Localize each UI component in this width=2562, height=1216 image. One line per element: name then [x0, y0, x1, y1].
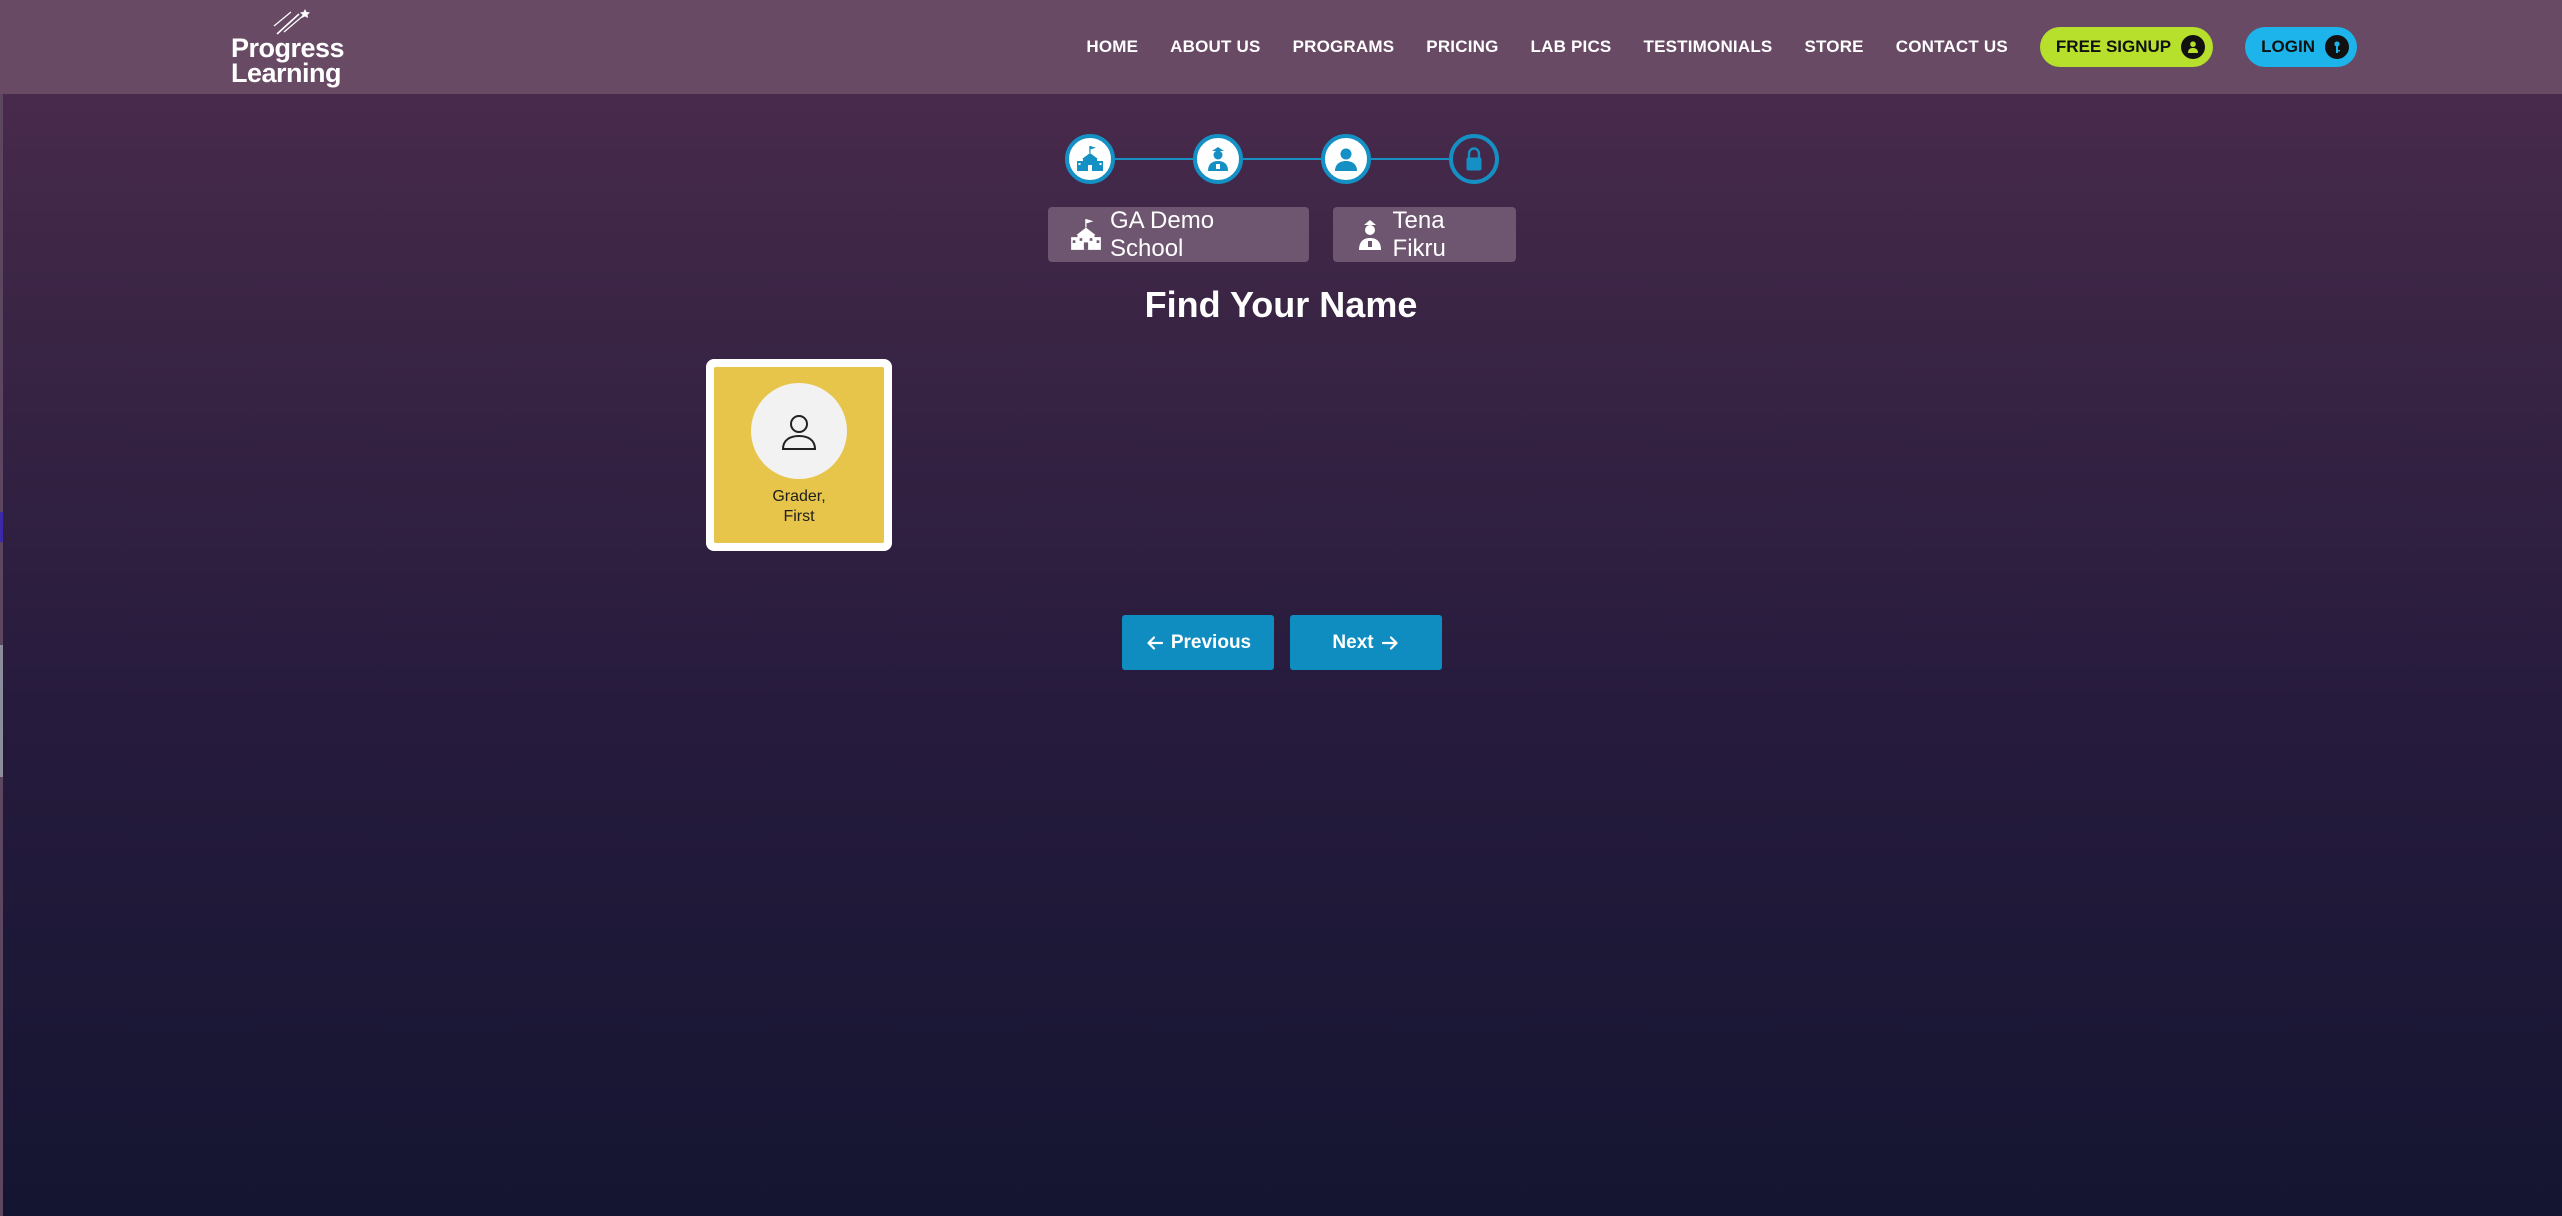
arrow-right-icon	[1380, 633, 1400, 653]
login-button[interactable]: LOGIN	[2245, 27, 2357, 67]
step-teacher[interactable]	[1193, 134, 1243, 184]
breadcrumb-teacher[interactable]: Tena Fikru	[1333, 207, 1516, 262]
school-icon	[1077, 146, 1103, 171]
school-icon	[1070, 217, 1102, 253]
nav-about-us[interactable]: ABOUT US	[1170, 37, 1260, 57]
student-name-line2: First	[783, 508, 815, 525]
page-title: Find Your Name	[1144, 284, 1418, 325]
avatar	[751, 383, 847, 479]
free-signup-button[interactable]: FREE SIGNUP	[2039, 27, 2214, 67]
main-nav: HOME ABOUT US PROGRAMS PRICING LAB PICS …	[1054, 26, 2357, 68]
logo-text-line2: Learning	[231, 58, 342, 88]
stepper-connector	[1371, 158, 1449, 160]
key-icon	[2325, 35, 2349, 59]
stepper-connector	[1243, 158, 1321, 160]
step-school[interactable]	[1065, 134, 1115, 184]
student-name: Grader, First	[714, 487, 884, 527]
window-edge-marker	[0, 645, 3, 777]
progress-stepper	[1065, 134, 1499, 184]
nav-programs[interactable]: PROGRAMS	[1293, 37, 1395, 57]
user-outline-icon	[781, 415, 817, 450]
next-label: Next	[1332, 631, 1374, 653]
nav-store[interactable]: STORE	[1804, 37, 1863, 57]
nav-contact-us[interactable]: CONTACT US	[1896, 37, 2008, 57]
step-student[interactable]	[1321, 134, 1371, 184]
step-password[interactable]	[1449, 134, 1499, 184]
site-header: Progress Learning HOME ABOUT US PROGRAMS…	[0, 0, 2562, 94]
logo[interactable]: Progress Learning	[231, 8, 346, 88]
student-card[interactable]: Grader, First	[706, 359, 892, 551]
teacher-icon	[1208, 147, 1228, 171]
previous-label: Previous	[1170, 631, 1252, 653]
teacher-icon	[1355, 217, 1385, 253]
shooting-star-icon	[273, 9, 310, 35]
arrow-left-icon	[1145, 633, 1165, 653]
previous-button[interactable]: Previous	[1122, 615, 1274, 670]
free-signup-label: FREE SIGNUP	[2055, 37, 2172, 56]
student-name-line1: Grader,	[772, 488, 826, 505]
login-label: LOGIN	[2261, 37, 2315, 56]
nav-pricing[interactable]: PRICING	[1426, 37, 1498, 57]
lock-icon	[1466, 147, 1482, 171]
stepper-connector	[1115, 158, 1193, 160]
breadcrumb-teacher-label: Tena Fikru	[1392, 206, 1446, 262]
nav-testimonials[interactable]: TESTIMONIALS	[1643, 37, 1772, 57]
breadcrumb-school[interactable]: GA Demo School	[1048, 207, 1309, 262]
breadcrumb-school-label: GA Demo School	[1110, 206, 1215, 262]
student-icon	[1335, 148, 1357, 171]
user-icon	[2181, 35, 2206, 59]
nav-lab-pics[interactable]: LAB PICS	[1531, 37, 1612, 57]
window-edge-marker	[0, 512, 3, 542]
nav-home[interactable]: HOME	[1086, 37, 1138, 57]
student-card-body: Grader, First	[714, 367, 884, 543]
next-button[interactable]: Next	[1290, 615, 1442, 670]
window-left-edge	[0, 0, 3, 1216]
